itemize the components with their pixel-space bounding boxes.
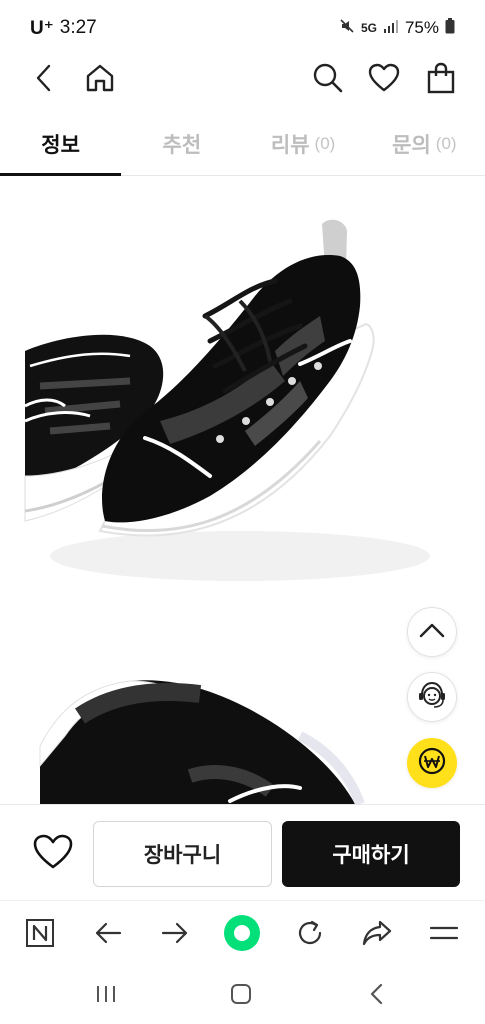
arrow-left-icon bbox=[94, 921, 122, 950]
carrier-label: U⁺ bbox=[30, 17, 54, 39]
clock: 3:27 bbox=[59, 17, 97, 38]
refresh-button[interactable] bbox=[288, 913, 332, 957]
like-button[interactable] bbox=[30, 831, 76, 877]
green-dot-button[interactable] bbox=[220, 913, 264, 957]
sneaker-closeup bbox=[39, 680, 365, 804]
mute-icon bbox=[339, 18, 355, 39]
recent-apps-button[interactable] bbox=[84, 974, 128, 1018]
wishlist-button[interactable] bbox=[364, 60, 404, 100]
qna-count: (0) bbox=[435, 133, 457, 153]
naver-n-icon bbox=[25, 918, 55, 953]
add-to-cart-button[interactable]: 장바구니 bbox=[93, 821, 272, 887]
search-icon bbox=[312, 62, 344, 99]
status-bar: U⁺ 3:27 5G 75% bbox=[0, 0, 485, 56]
buy-now-button[interactable]: 구매하기 bbox=[282, 821, 460, 887]
share-button[interactable] bbox=[355, 913, 399, 957]
chevron-left-icon bbox=[33, 63, 55, 98]
refresh-icon bbox=[295, 918, 325, 953]
tab-info[interactable]: 정보 bbox=[0, 112, 122, 176]
search-button[interactable] bbox=[308, 60, 348, 100]
tab-label: 추천 bbox=[162, 133, 202, 157]
back-chevron-icon bbox=[367, 982, 387, 1011]
shopping-bag-button[interactable] bbox=[421, 60, 461, 100]
scroll-top-button[interactable] bbox=[407, 607, 457, 657]
browser-forward-button[interactable] bbox=[153, 913, 197, 957]
top-navigation bbox=[0, 56, 485, 106]
arrow-right-icon bbox=[161, 921, 189, 950]
recent-apps-icon bbox=[94, 984, 118, 1009]
won-coin-icon bbox=[416, 745, 448, 782]
browser-toolbar bbox=[0, 900, 485, 966]
menu-icon bbox=[429, 923, 459, 948]
heart-outline-icon bbox=[32, 833, 74, 876]
shopping-bag-icon bbox=[425, 62, 457, 99]
headset-agent-icon bbox=[415, 678, 449, 717]
won-payment-button[interactable] bbox=[407, 738, 457, 788]
battery-icon bbox=[445, 17, 455, 39]
customer-support-button[interactable] bbox=[407, 672, 457, 722]
system-back-button[interactable] bbox=[355, 974, 399, 1018]
tab-label: 정보 bbox=[41, 133, 80, 157]
tab-label: 문의 bbox=[392, 133, 431, 157]
product-tabs: 정보 추천 리뷰 (0) 문의 (0) bbox=[0, 112, 485, 176]
tab-label: 리뷰 bbox=[270, 133, 310, 157]
battery-percent: 75% bbox=[404, 18, 439, 37]
android-navigation-bar bbox=[0, 966, 485, 1024]
naver-home-button[interactable] bbox=[18, 913, 62, 957]
home-icon bbox=[84, 62, 116, 99]
network-type: 5G bbox=[360, 21, 377, 35]
heart-icon bbox=[368, 63, 400, 98]
review-count: (0) bbox=[314, 133, 336, 153]
green-dot-icon bbox=[222, 913, 262, 958]
home-button[interactable] bbox=[80, 60, 120, 100]
share-icon bbox=[361, 919, 393, 952]
chevron-up-icon bbox=[418, 620, 446, 645]
tab-qna[interactable]: 문의 (0) bbox=[364, 112, 485, 175]
browser-back-button[interactable] bbox=[86, 913, 130, 957]
product-detail-images bbox=[0, 176, 485, 804]
home-square-icon bbox=[229, 982, 253, 1011]
purchase-action-bar: 장바구니 구매하기 bbox=[0, 804, 485, 900]
system-home-button[interactable] bbox=[219, 974, 263, 1018]
signal-icon bbox=[383, 18, 399, 38]
browser-menu-button[interactable] bbox=[422, 913, 466, 957]
tab-reviews[interactable]: 리뷰 (0) bbox=[243, 112, 364, 175]
tab-recommend[interactable]: 추천 bbox=[121, 112, 242, 175]
back-button[interactable] bbox=[24, 60, 64, 100]
